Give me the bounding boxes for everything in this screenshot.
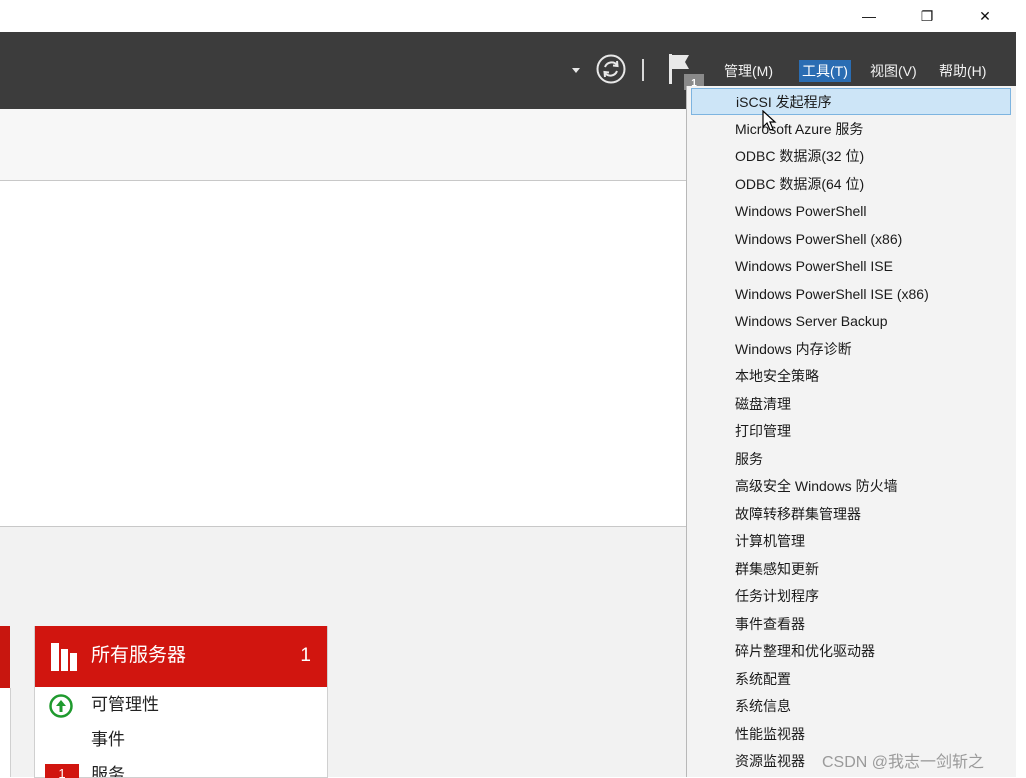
menu-item-label: ODBC 数据源(64 位)	[735, 176, 865, 192]
menu-item-label: Windows PowerShell ISE (x86)	[735, 286, 929, 302]
menu-item-label: Windows PowerShell	[735, 203, 867, 219]
mouse-cursor-icon	[762, 110, 777, 131]
menu-item-label: 系统信息	[735, 698, 791, 714]
services-count-badge: 1	[45, 764, 79, 778]
menu-item-label: Windows PowerShell (x86)	[735, 231, 903, 247]
all-servers-tile-header[interactable]: 所有服务器 1	[35, 626, 327, 687]
tools-menu-item-system-information[interactable]: 系统信息	[691, 693, 1011, 720]
menu-item-label: iSCSI 发起程序	[736, 94, 832, 110]
tools-menu-item-defragment[interactable]: 碎片整理和优化驱动器	[691, 638, 1011, 665]
tools-menu-item-powershell-ise-x86[interactable]: Windows PowerShell ISE (x86)	[691, 281, 1011, 308]
window-right-edge	[1016, 32, 1026, 777]
tile-server-count: 1	[300, 645, 311, 666]
close-icon: ✕	[979, 7, 991, 24]
tools-menu-item-powershell-x86[interactable]: Windows PowerShell (x86)	[691, 226, 1011, 253]
minimize-button[interactable]: —	[840, 0, 898, 32]
tools-menu-item-event-viewer[interactable]: 事件查看器	[691, 611, 1011, 638]
all-servers-tile[interactable]: 所有服务器 1 可管理性 事件 1 服务	[34, 626, 328, 778]
tools-menu-item-azure-services[interactable]: Microsoft Azure 服务	[691, 116, 1011, 143]
menu-item-label: 事件查看器	[735, 616, 805, 632]
tools-menu-item-performance-monitor[interactable]: 性能监视器	[691, 721, 1011, 748]
menu-item-label: ODBC 数据源(32 位)	[735, 148, 865, 164]
menu-item-label: 性能监视器	[735, 726, 805, 742]
menu-tools[interactable]: 工具(T)	[799, 60, 851, 82]
tools-menu-item-firewall[interactable]: 高级安全 Windows 防火墙	[691, 473, 1011, 500]
menu-item-label: Windows Server Backup	[735, 313, 888, 329]
tools-menu-item-odbc-32[interactable]: ODBC 数据源(32 位)	[691, 143, 1011, 170]
tile-title: 所有服务器	[91, 645, 187, 666]
menu-item-label: 计算机管理	[735, 533, 805, 549]
manageability-ok-icon	[49, 694, 73, 718]
menu-item-label: 任务计划程序	[735, 588, 819, 604]
navigation-dropdown-icon[interactable]	[572, 68, 580, 73]
refresh-icon[interactable]	[596, 54, 626, 84]
tools-menu-item-task-scheduler[interactable]: 任务计划程序	[691, 583, 1011, 610]
menu-item-label: 碎片整理和优化驱动器	[735, 643, 875, 659]
menu-item-label: 磁盘清理	[735, 396, 791, 412]
menu-item-label: 高级安全 Windows 防火墙	[735, 478, 898, 494]
menu-help[interactable]: 帮助(H)	[936, 60, 989, 82]
menu-item-label: Windows 内存诊断	[735, 341, 852, 357]
tools-menu-item-local-security-policy[interactable]: 本地安全策略	[691, 363, 1011, 390]
content-top-band	[0, 109, 686, 181]
menu-item-label: 本地安全策略	[735, 368, 819, 384]
tools-menu-item-odbc-64[interactable]: ODBC 数据源(64 位)	[691, 171, 1011, 198]
menu-manage[interactable]: 管理(M)	[721, 60, 776, 82]
tools-menu-item-print-management[interactable]: 打印管理	[691, 418, 1011, 445]
menu-item-label: Windows PowerShell ISE	[735, 258, 893, 274]
watermark-text: CSDN @我志一剑斩之	[822, 754, 985, 771]
tools-menu-item-disk-cleanup[interactable]: 磁盘清理	[691, 391, 1011, 418]
tools-menu-dropdown: iSCSI 发起程序 Microsoft Azure 服务 ODBC 数据源(3…	[686, 86, 1017, 777]
tools-menu-item-cluster-aware-updating[interactable]: 群集感知更新	[691, 556, 1011, 583]
tools-menu-item-services[interactable]: 服务	[691, 446, 1011, 473]
restore-button[interactable]: ❐	[898, 0, 956, 32]
tools-menu-item-failover-cluster[interactable]: 故障转移群集管理器	[691, 501, 1011, 528]
content-panel	[0, 181, 686, 527]
menu-item-label: 打印管理	[735, 423, 791, 439]
tile-row-events[interactable]: 事件	[91, 729, 125, 751]
minimize-icon: —	[862, 8, 876, 24]
tools-menu-item-powershell[interactable]: Windows PowerShell	[691, 198, 1011, 225]
title-bar: — ❐ ✕	[0, 0, 1026, 32]
restore-icon: ❐	[920, 7, 934, 24]
previous-tile-body	[0, 688, 11, 777]
tools-menu-item-system-configuration[interactable]: 系统配置	[691, 666, 1011, 693]
tools-menu-item-server-backup[interactable]: Windows Server Backup	[691, 308, 1011, 335]
menu-item-label: 群集感知更新	[735, 561, 819, 577]
previous-tile-header[interactable]	[0, 626, 10, 688]
tools-menu-item-computer-management[interactable]: 计算机管理	[691, 528, 1011, 555]
tile-row-services[interactable]: 服务	[91, 764, 125, 777]
menu-view[interactable]: 视图(V)	[867, 60, 920, 82]
tile-row-manageability[interactable]: 可管理性	[91, 694, 159, 716]
menu-item-label: 故障转移群集管理器	[735, 506, 861, 522]
close-button[interactable]: ✕	[956, 0, 1014, 32]
menu-item-label: 系统配置	[735, 671, 791, 687]
tools-menu-item-powershell-ise[interactable]: Windows PowerShell ISE	[691, 253, 1011, 280]
tools-menu-item-memory-diagnostic[interactable]: Windows 内存诊断	[691, 336, 1011, 363]
header-separator	[642, 59, 644, 81]
menu-item-label: 资源监视器	[735, 753, 805, 769]
menu-item-label: Microsoft Azure 服务	[735, 121, 864, 137]
servers-icon	[51, 643, 77, 671]
tools-menu-item-iscsi-initiator[interactable]: iSCSI 发起程序	[691, 88, 1011, 115]
menu-item-label: 服务	[735, 451, 763, 467]
